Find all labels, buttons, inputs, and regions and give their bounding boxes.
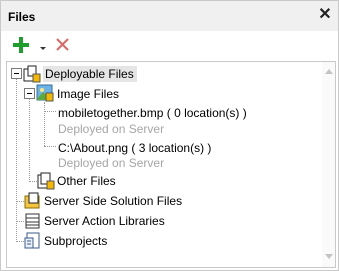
tree-item-other-files[interactable]: Other Files <box>57 173 116 189</box>
tree-item-image-files[interactable]: Image Files <box>57 86 119 102</box>
subproject-icon <box>24 232 42 253</box>
chevron-down-icon[interactable] <box>38 41 48 50</box>
tree-line <box>44 111 56 112</box>
scroll-down-icon[interactable] <box>325 254 333 259</box>
tree-line <box>44 102 45 146</box>
tree-line <box>44 146 56 147</box>
scroll-up-icon[interactable] <box>325 69 333 74</box>
tree-line <box>29 181 37 182</box>
collapse-toggle-image-files[interactable] <box>24 88 35 99</box>
folder-document-icon <box>24 192 42 213</box>
deployment-status: Deployed on Server <box>58 156 165 170</box>
add-plus-icon[interactable] <box>11 35 31 55</box>
vertical-scrollbar[interactable] <box>322 62 335 267</box>
tree-item-server-action-libraries[interactable]: Server Action Libraries <box>44 213 165 229</box>
image-files-icon <box>36 84 54 105</box>
delete-x-icon[interactable] <box>54 36 71 53</box>
toolbar <box>1 31 338 59</box>
tree-item-subprojects[interactable]: Subprojects <box>44 233 107 249</box>
deployment-status: Deployed on Server <box>58 122 165 136</box>
tree-line <box>16 241 24 242</box>
collapse-toggle-deployable[interactable] <box>11 68 22 79</box>
tree-line <box>16 201 24 202</box>
close-icon[interactable]: ✕ <box>317 6 333 24</box>
tree-item-deployable-files[interactable]: Deployable Files <box>43 66 137 82</box>
library-icon <box>24 212 42 233</box>
tree-line <box>29 98 30 182</box>
files-panel: Files ✕ Deployable Files Image Files mob… <box>0 0 339 271</box>
other-files-icon <box>37 172 55 193</box>
panel-title: Files <box>8 10 36 24</box>
files-tree: Deployable Files Image Files mobiletoget… <box>6 61 336 268</box>
tree-item-file-about[interactable]: C:\About.png ( 3 location(s) ) <box>58 140 211 156</box>
tree-item-file-mobiletogether[interactable]: mobiletogether.bmp ( 0 location(s) ) <box>58 105 247 121</box>
tree-item-server-side-solution-files[interactable]: Server Side Solution Files <box>44 193 182 209</box>
deployable-files-icon <box>23 65 41 86</box>
tree-line <box>16 78 17 242</box>
panel-header: Files ✕ <box>1 1 338 31</box>
tree-line <box>16 221 24 222</box>
